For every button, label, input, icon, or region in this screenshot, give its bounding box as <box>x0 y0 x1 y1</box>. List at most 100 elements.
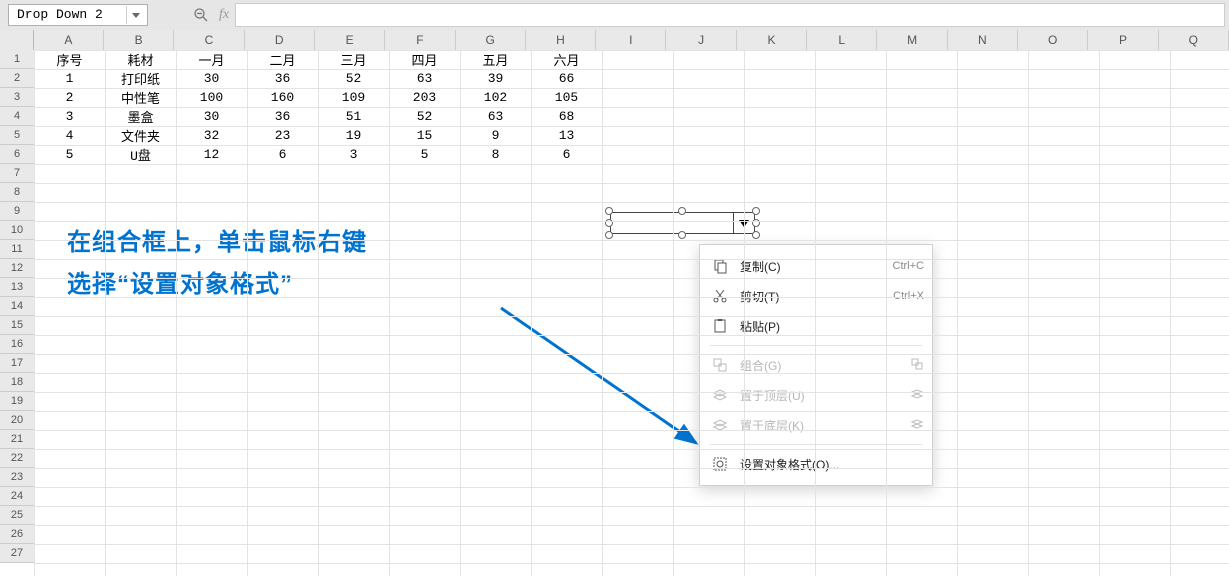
col-header[interactable]: O <box>1018 30 1088 50</box>
dropdown-arrow-icon[interactable] <box>126 6 145 24</box>
cell[interactable]: 6 <box>247 145 318 164</box>
row-header[interactable]: 25 <box>0 506 34 525</box>
cell[interactable]: U盘 <box>105 145 176 164</box>
row-header[interactable]: 9 <box>0 202 34 221</box>
cell[interactable]: 160 <box>247 88 318 107</box>
cell[interactable]: 序号 <box>34 50 105 69</box>
row-header[interactable]: 6 <box>0 145 34 164</box>
cell[interactable]: 2 <box>34 88 105 107</box>
col-header[interactable]: M <box>877 30 947 50</box>
cell[interactable]: 13 <box>531 126 602 145</box>
cell[interactable]: 四月 <box>389 50 460 69</box>
col-header[interactable]: E <box>315 30 385 50</box>
col-header[interactable]: C <box>174 30 244 50</box>
cell[interactable]: 六月 <box>531 50 602 69</box>
cells-area[interactable]: 序号耗材一月二月三月四月五月六月1打印纸3036526339662中性笔1001… <box>34 50 1229 576</box>
menu-item-copy[interactable]: 复制(C) Ctrl+C <box>700 251 932 281</box>
form-control-selection[interactable] <box>610 212 755 234</box>
selection-handle[interactable] <box>605 207 613 215</box>
row-header[interactable]: 10 <box>0 221 34 240</box>
row-header[interactable]: 17 <box>0 354 34 373</box>
col-header[interactable]: K <box>737 30 807 50</box>
cell[interactable]: 105 <box>531 88 602 107</box>
cell[interactable]: 36 <box>247 69 318 88</box>
cell[interactable]: 52 <box>389 107 460 126</box>
name-box[interactable]: Drop Down 2 <box>8 4 148 26</box>
row-header[interactable]: 19 <box>0 392 34 411</box>
fx-label[interactable]: fx <box>219 7 229 23</box>
cell[interactable]: 耗材 <box>105 50 176 69</box>
row-header[interactable]: 16 <box>0 335 34 354</box>
cell[interactable]: 32 <box>176 126 247 145</box>
row-header[interactable]: 15 <box>0 316 34 335</box>
cell[interactable]: 4 <box>34 126 105 145</box>
cell[interactable]: 打印纸 <box>105 69 176 88</box>
col-header[interactable]: N <box>948 30 1018 50</box>
row-header[interactable]: 23 <box>0 468 34 487</box>
selection-handle[interactable] <box>605 231 613 239</box>
cell[interactable]: 203 <box>389 88 460 107</box>
row-header[interactable]: 13 <box>0 278 34 297</box>
row-header[interactable]: 14 <box>0 297 34 316</box>
cell[interactable]: 9 <box>460 126 531 145</box>
cell[interactable]: 66 <box>531 69 602 88</box>
cell[interactable]: 8 <box>460 145 531 164</box>
cell[interactable]: 109 <box>318 88 389 107</box>
row-header[interactable]: 21 <box>0 430 34 449</box>
cell[interactable]: 12 <box>176 145 247 164</box>
cell[interactable]: 52 <box>318 69 389 88</box>
cell[interactable]: 30 <box>176 107 247 126</box>
cell[interactable]: 19 <box>318 126 389 145</box>
col-header[interactable]: F <box>385 30 455 50</box>
row-header[interactable]: 26 <box>0 525 34 544</box>
col-header[interactable]: P <box>1088 30 1158 50</box>
row-header[interactable]: 4 <box>0 107 34 126</box>
cell[interactable]: 文件夹 <box>105 126 176 145</box>
row-header[interactable]: 20 <box>0 411 34 430</box>
row-header[interactable]: 11 <box>0 240 34 259</box>
row-header[interactable]: 3 <box>0 88 34 107</box>
col-header[interactable]: Q <box>1159 30 1229 50</box>
row-header[interactable]: 1 <box>0 50 34 69</box>
row-header[interactable]: 24 <box>0 487 34 506</box>
row-header[interactable]: 2 <box>0 69 34 88</box>
selection-handle[interactable] <box>678 207 686 215</box>
selection-handle[interactable] <box>678 231 686 239</box>
col-header[interactable]: G <box>456 30 526 50</box>
col-header[interactable]: I <box>596 30 666 50</box>
cell[interactable]: 63 <box>460 107 531 126</box>
cell[interactable]: 23 <box>247 126 318 145</box>
cell[interactable]: 39 <box>460 69 531 88</box>
cell[interactable]: 墨盒 <box>105 107 176 126</box>
select-all-corner[interactable] <box>0 30 34 50</box>
row-header[interactable]: 8 <box>0 183 34 202</box>
cell[interactable]: 3 <box>318 145 389 164</box>
selection-handle[interactable] <box>752 207 760 215</box>
row-header[interactable]: 12 <box>0 259 34 278</box>
col-header[interactable]: A <box>34 30 104 50</box>
cell[interactable]: 30 <box>176 69 247 88</box>
cell[interactable]: 51 <box>318 107 389 126</box>
row-header[interactable]: 5 <box>0 126 34 145</box>
cell[interactable]: 5 <box>34 145 105 164</box>
cell[interactable]: 1 <box>34 69 105 88</box>
row-header[interactable]: 18 <box>0 373 34 392</box>
col-header[interactable]: L <box>807 30 877 50</box>
cell[interactable]: 一月 <box>176 50 247 69</box>
cell[interactable]: 二月 <box>247 50 318 69</box>
col-header[interactable]: D <box>245 30 315 50</box>
menu-item-format-object[interactable]: 设置对象格式(O)... <box>700 449 932 479</box>
formula-input[interactable] <box>235 3 1225 27</box>
cell[interactable]: 100 <box>176 88 247 107</box>
cell[interactable]: 15 <box>389 126 460 145</box>
cell[interactable]: 36 <box>247 107 318 126</box>
row-header[interactable]: 7 <box>0 164 34 183</box>
cell[interactable]: 68 <box>531 107 602 126</box>
cell[interactable]: 6 <box>531 145 602 164</box>
cell[interactable]: 三月 <box>318 50 389 69</box>
cell[interactable]: 63 <box>389 69 460 88</box>
cell[interactable]: 5 <box>389 145 460 164</box>
cell[interactable]: 102 <box>460 88 531 107</box>
cell[interactable]: 中性笔 <box>105 88 176 107</box>
row-header[interactable]: 27 <box>0 544 34 563</box>
